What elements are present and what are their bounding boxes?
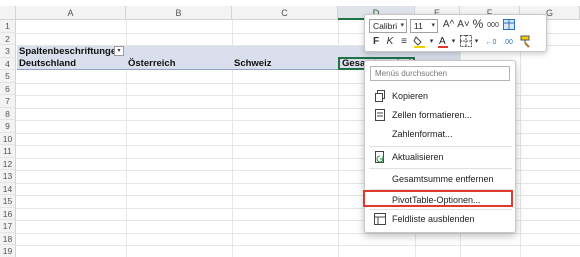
row-header-17[interactable]: 17	[0, 220, 16, 233]
format-painter-icon	[520, 35, 530, 48]
row-header-3[interactable]: 3	[0, 45, 16, 58]
format-table-button[interactable]	[502, 19, 515, 34]
column-filter-dropdown[interactable]: ▾	[114, 46, 124, 56]
decrease-decimal-icon: .00	[503, 39, 513, 46]
grow-font-button[interactable]: A^	[442, 19, 455, 31]
highlight-annotation	[363, 190, 513, 207]
menu-item-label: Kopieren	[392, 91, 429, 101]
row-header-2[interactable]: 2	[0, 32, 16, 45]
table-format-icon	[502, 19, 515, 30]
cell-b4[interactable]: Österreich	[128, 58, 230, 69]
format-cells-icon	[374, 109, 386, 121]
grid-line	[16, 245, 580, 246]
column-header-b[interactable]: B	[126, 6, 232, 20]
borders-dropdown[interactable]: ▾	[473, 36, 480, 48]
chevron-down-icon: ▾	[400, 22, 404, 29]
fill-color-button[interactable]	[413, 35, 427, 52]
align-center-icon: ≡	[401, 36, 407, 47]
menu-search-input[interactable]: Menüs durchsuchen	[370, 66, 510, 81]
row-header-5[interactable]: 5	[0, 70, 16, 83]
row-header-14[interactable]: 14	[0, 182, 16, 195]
bold-button[interactable]: F	[370, 36, 382, 48]
row-header-7[interactable]: 7	[0, 95, 16, 108]
mini-toolbar: Calibri ▾ 11 ▾ A^ A˅ % 000 F K ≡ ▾ A ▾ ▾…	[364, 14, 547, 52]
menu-item-format-cells[interactable]: Zellen formatieren...	[366, 107, 515, 123]
italic-icon: K	[386, 36, 394, 47]
menu-item-number-format[interactable]: Zahlenformat...	[366, 126, 515, 142]
font-size-value: 11	[414, 21, 423, 31]
svg-text:A: A	[439, 36, 446, 47]
bold-icon: F	[372, 36, 380, 47]
shrink-font-button[interactable]: A˅	[457, 19, 470, 31]
grid-line	[520, 20, 521, 257]
increase-decimal-icon: ←0	[485, 39, 497, 46]
column-header-a[interactable]: A	[16, 6, 126, 20]
row-header-4[interactable]: 4	[0, 57, 16, 70]
italic-button[interactable]: K	[384, 36, 396, 48]
menu-item-label: Zellen formatieren...	[392, 110, 473, 120]
row-header-11[interactable]: 11	[0, 145, 16, 158]
row-header-8[interactable]: 8	[0, 107, 16, 120]
menu-item-refresh[interactable]: Aktualisieren	[366, 149, 515, 165]
menu-item-label: Feldliste ausblenden	[392, 214, 475, 224]
menu-item-label: Gesamtsumme entfernen	[392, 174, 494, 184]
increase-decimal-button[interactable]: ←0	[483, 37, 499, 49]
percent-icon: %	[472, 17, 484, 31]
menu-item-remove-grand-total[interactable]: Gesamtsumme entfernen	[366, 171, 515, 187]
font-color-dropdown[interactable]: ▾	[450, 36, 457, 48]
fill-color-dropdown[interactable]: ▾	[428, 36, 435, 48]
format-painter-button[interactable]	[519, 35, 533, 52]
font-color-button[interactable]: A	[437, 35, 449, 52]
context-menu: Menüs durchsuchen Kopieren Zellen format…	[364, 60, 516, 233]
grow-font-icon: A^	[442, 19, 455, 30]
row-header-13[interactable]: 13	[0, 170, 16, 183]
align-button[interactable]: ≡	[398, 36, 410, 48]
refresh-icon	[374, 151, 386, 163]
menu-item-label: Zahlenformat...	[392, 129, 453, 139]
row-header-1[interactable]: 1	[0, 20, 16, 33]
menu-separator	[369, 209, 512, 210]
row-header-19[interactable]: 19	[0, 245, 16, 257]
shrink-font-icon: A˅	[457, 19, 470, 30]
cell-a4[interactable]: Deutschland	[19, 58, 124, 69]
row-header-15[interactable]: 15	[0, 195, 16, 208]
row-header-16[interactable]: 16	[0, 207, 16, 220]
cell-a3-column-labels[interactable]: Spaltenbeschriftungen	[19, 46, 115, 57]
decrease-decimal-button[interactable]: .00	[500, 37, 516, 49]
chevron-down-icon: ▾	[474, 38, 479, 45]
menu-separator	[369, 168, 512, 169]
font-color-icon: A	[438, 36, 448, 48]
percent-button[interactable]: %	[472, 18, 484, 30]
row-header-10[interactable]: 10	[0, 132, 16, 145]
font-name-select[interactable]: Calibri ▾	[369, 19, 407, 33]
chevron-down-icon: ▾	[431, 22, 435, 29]
cell-c4[interactable]: Schweiz	[234, 58, 336, 69]
select-all-corner[interactable]	[0, 6, 16, 20]
row-header-18[interactable]: 18	[0, 232, 16, 245]
menu-item-hide-field-list[interactable]: Feldliste ausblenden	[366, 211, 515, 227]
row-header-12[interactable]: 12	[0, 157, 16, 170]
menu-item-label: Aktualisieren	[392, 152, 444, 162]
borders-button[interactable]	[459, 35, 472, 51]
borders-icon	[459, 35, 472, 47]
chevron-down-icon: ▾	[451, 38, 456, 45]
thousands-icon: 000	[487, 22, 499, 29]
fill-color-icon	[413, 36, 425, 48]
font-name-value: Calibri	[373, 21, 398, 31]
copy-icon	[374, 90, 386, 102]
row-header-9[interactable]: 9	[0, 120, 16, 133]
thousands-button[interactable]: 000	[486, 20, 500, 32]
field-list-icon	[374, 213, 386, 225]
column-header-c[interactable]: C	[232, 6, 338, 20]
menu-item-copy[interactable]: Kopieren	[366, 88, 515, 104]
row-header-6[interactable]: 6	[0, 82, 16, 95]
menu-separator	[369, 146, 512, 147]
font-size-select[interactable]: 11 ▾	[410, 19, 438, 33]
chevron-down-icon: ▾	[429, 38, 434, 45]
